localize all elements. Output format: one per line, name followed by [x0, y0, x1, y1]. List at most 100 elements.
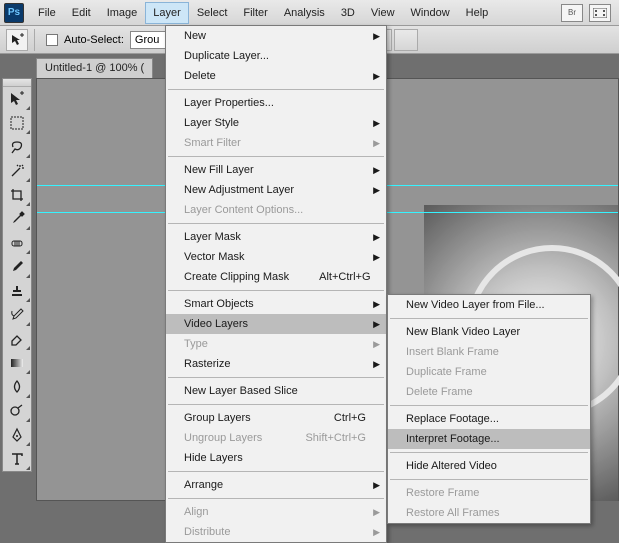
- menu-separator: [390, 452, 588, 453]
- layer-menu-ungroup-layers: Ungroup LayersShift+Ctrl+G: [166, 428, 386, 448]
- layer-menu-smart-filter: Smart Filter▶: [166, 133, 386, 153]
- menu-3d[interactable]: 3D: [333, 2, 363, 24]
- menu-image[interactable]: Image: [99, 2, 146, 24]
- menu-help[interactable]: Help: [458, 2, 497, 24]
- menu-filter[interactable]: Filter: [235, 2, 275, 24]
- submenu-arrow-icon: ▶: [373, 359, 380, 370]
- tool-history[interactable]: [3, 303, 31, 327]
- tool-brush[interactable]: [3, 255, 31, 279]
- layer-menu-vector-mask[interactable]: Vector Mask▶: [166, 247, 386, 267]
- tool-dodge[interactable]: [3, 399, 31, 423]
- menu-label: Video Layers: [184, 318, 248, 330]
- submenu-arrow-icon: ▶: [373, 118, 380, 129]
- layer-menu-layer-style[interactable]: Layer Style▶: [166, 113, 386, 133]
- app-icon: Ps: [4, 3, 24, 23]
- menu-label: Type: [184, 338, 208, 350]
- menu-label: Insert Blank Frame: [406, 346, 499, 358]
- tool-crop[interactable]: [3, 183, 31, 207]
- menu-separator: [168, 377, 384, 378]
- video-menu-replace-footage[interactable]: Replace Footage...: [388, 409, 590, 429]
- menu-label: Hide Altered Video: [406, 460, 497, 472]
- tool-stamp[interactable]: [3, 279, 31, 303]
- menu-select[interactable]: Select: [189, 2, 236, 24]
- tool-lasso[interactable]: [3, 135, 31, 159]
- toolbox-grip[interactable]: [3, 79, 31, 87]
- film-button[interactable]: [589, 4, 611, 22]
- menu-label: New Video Layer from File...: [406, 299, 545, 311]
- auto-select-checkbox[interactable]: [46, 34, 58, 46]
- layer-menu-new-layer-based-slice[interactable]: New Layer Based Slice: [166, 381, 386, 401]
- layer-menu-video-layers[interactable]: Video Layers ▶: [166, 314, 386, 334]
- layer-menu-group-layers[interactable]: Group LayersCtrl+G: [166, 408, 386, 428]
- layer-menu-new-fill-layer[interactable]: New Fill Layer▶: [166, 160, 386, 180]
- submenu-arrow-icon: ▶: [373, 185, 380, 196]
- tool-marquee[interactable]: [3, 111, 31, 135]
- tool-heal[interactable]: [3, 231, 31, 255]
- video-menu-interpret-footage[interactable]: Interpret Footage...: [388, 429, 590, 449]
- video-layers-submenu: New Video Layer from File... New Blank Vi…: [387, 294, 591, 524]
- menu-label: Interpret Footage...: [406, 433, 500, 445]
- video-menu-hide-altered-video[interactable]: Hide Altered Video: [388, 456, 590, 476]
- menu-view[interactable]: View: [363, 2, 403, 24]
- menubar: Ps FileEditImageLayerSelectFilterAnalysi…: [0, 0, 619, 26]
- tool-gradient[interactable]: [3, 351, 31, 375]
- menu-label: Layer Mask: [184, 231, 241, 243]
- submenu-arrow-icon: ▶: [373, 252, 380, 263]
- menu-file[interactable]: File: [30, 2, 64, 24]
- auto-select-label: Auto-Select:: [64, 34, 124, 46]
- layer-menu-duplicate-layer[interactable]: Duplicate Layer...: [166, 46, 386, 66]
- video-menu-delete-frame: Delete Frame: [388, 382, 590, 402]
- menu-edit[interactable]: Edit: [64, 2, 99, 24]
- video-menu-new-video-layer-from-file[interactable]: New Video Layer from File...: [388, 295, 590, 315]
- layer-menu-layer-mask[interactable]: Layer Mask ▶: [166, 227, 386, 247]
- tool-blur[interactable]: [3, 375, 31, 399]
- tool-eyedrop[interactable]: [3, 207, 31, 231]
- menu-separator: [168, 404, 384, 405]
- tool-type[interactable]: [3, 447, 31, 471]
- menu-label: Arrange: [184, 479, 223, 491]
- menu-label: Replace Footage...: [406, 413, 499, 425]
- layer-menu-create-clipping-mask[interactable]: Create Clipping MaskAlt+Ctrl+G: [166, 267, 386, 287]
- shortcut: Ctrl+G: [304, 412, 366, 424]
- tool-eraser[interactable]: [3, 327, 31, 351]
- layer-menu-rasterize[interactable]: Rasterize ▶: [166, 354, 386, 374]
- video-menu-restore-frame: Restore Frame: [388, 483, 590, 503]
- layer-menu-layer-properties[interactable]: Layer Properties...: [166, 93, 386, 113]
- menu-label: Duplicate Frame: [406, 366, 487, 378]
- layer-menu-new[interactable]: New▶: [166, 26, 386, 46]
- submenu-arrow-icon: ▶: [373, 165, 380, 176]
- menu-label: Ungroup Layers: [184, 432, 262, 444]
- menu-label: Layer Content Options...: [184, 204, 303, 216]
- tool-move[interactable]: [3, 87, 31, 111]
- submenu-arrow-icon: ▶: [373, 480, 380, 491]
- menu-layer[interactable]: Layer: [145, 2, 189, 24]
- menu-label: Rasterize: [184, 358, 230, 370]
- layer-menu-delete[interactable]: Delete▶: [166, 66, 386, 86]
- tool-pen[interactable]: [3, 423, 31, 447]
- layer-menu-smart-objects[interactable]: Smart Objects▶: [166, 294, 386, 314]
- submenu-arrow-icon: ▶: [373, 232, 380, 243]
- bridge-button[interactable]: Br: [561, 4, 583, 22]
- layer-menu-new-adjustment-layer[interactable]: New Adjustment Layer ▶: [166, 180, 386, 200]
- layer-menu-hide-layers[interactable]: Hide Layers: [166, 448, 386, 468]
- tool-preset-icon[interactable]: [6, 29, 28, 51]
- toolbox: [2, 78, 32, 472]
- menu-label: Distribute: [184, 526, 230, 538]
- submenu-arrow-icon: ▶: [373, 319, 380, 330]
- menu-analysis[interactable]: Analysis: [276, 2, 333, 24]
- menu-separator: [168, 156, 384, 157]
- menu-window[interactable]: Window: [403, 2, 458, 24]
- menu-label: Restore All Frames: [406, 507, 500, 519]
- menu-separator: [390, 405, 588, 406]
- layer-menu-arrange[interactable]: Arrange ▶: [166, 475, 386, 495]
- menu-label: Delete: [184, 70, 216, 82]
- menu-separator: [168, 89, 384, 90]
- document-tab[interactable]: Untitled-1 @ 100% (: [36, 58, 153, 78]
- tool-wand[interactable]: [3, 159, 31, 183]
- video-menu-restore-all-frames: Restore All Frames: [388, 503, 590, 523]
- menu-label: Delete Frame: [406, 386, 473, 398]
- menu-label: New Adjustment Layer: [184, 184, 294, 196]
- opt-btn[interactable]: [394, 29, 418, 51]
- video-menu-new-blank-video-layer[interactable]: New Blank Video Layer: [388, 322, 590, 342]
- shortcut: Alt+Ctrl+G: [289, 271, 370, 283]
